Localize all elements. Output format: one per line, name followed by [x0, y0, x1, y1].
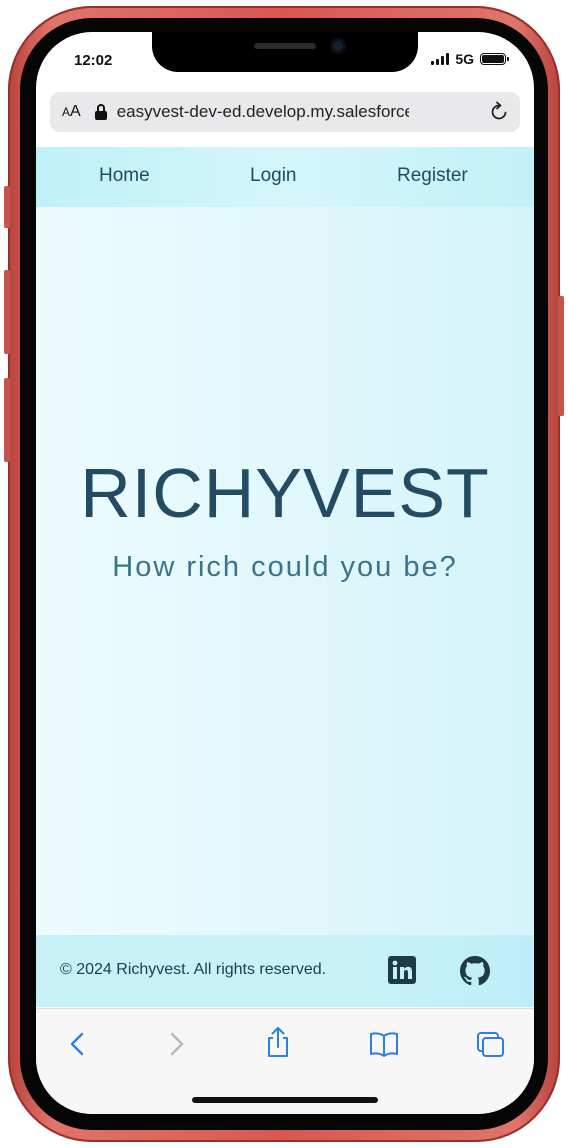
side-button-volume-down [4, 378, 10, 462]
front-camera [330, 38, 346, 54]
status-time: 12:02 [74, 52, 113, 69]
chevron-right-icon[interactable] [160, 1029, 192, 1059]
lock-icon [94, 104, 107, 120]
speaker-grille [254, 43, 316, 49]
nav-login-link[interactable]: Login [250, 165, 297, 187]
github-icon[interactable] [460, 956, 490, 986]
address-bar[interactable]: AA easyvest-dev-ed.develop.my.salesforce [50, 92, 520, 132]
nav-home-link[interactable]: Home [99, 165, 150, 187]
url-text[interactable]: easyvest-dev-ed.develop.my.salesforce [117, 102, 409, 122]
linkedin-icon[interactable] [388, 956, 416, 984]
phone-screen: 12:02 5G AA easyvest-dev-ed.develop.my.s… [36, 32, 534, 1114]
nav-register-link[interactable]: Register [397, 165, 468, 187]
chevron-left-icon[interactable] [62, 1029, 94, 1059]
hero-subtitle: How rich could you be? [112, 551, 458, 583]
side-button-volume-up [4, 270, 10, 354]
status-indicators: 5G [431, 51, 509, 67]
reload-icon[interactable] [488, 101, 510, 123]
copyright-text: © 2024 Richyvest. All rights reserved. [60, 961, 327, 978]
side-button-silent [4, 186, 10, 228]
tabs-icon[interactable] [474, 1029, 506, 1059]
signal-icon [431, 53, 450, 65]
web-page: Home Login Register RICHYVEST How rich c… [36, 147, 534, 1007]
home-indicator[interactable] [192, 1097, 378, 1103]
share-icon[interactable] [262, 1025, 294, 1059]
hero-title: RICHYVEST [80, 454, 490, 532]
book-icon[interactable] [368, 1029, 400, 1059]
notch [152, 32, 418, 72]
battery-icon [480, 53, 509, 65]
text-size-button[interactable]: AA [62, 103, 81, 121]
page-footer: © 2024 Richyvest. All rights reserved. [36, 935, 534, 1007]
side-button-power [558, 296, 564, 416]
top-nav: Home Login Register [36, 147, 534, 207]
network-type: 5G [455, 51, 474, 67]
